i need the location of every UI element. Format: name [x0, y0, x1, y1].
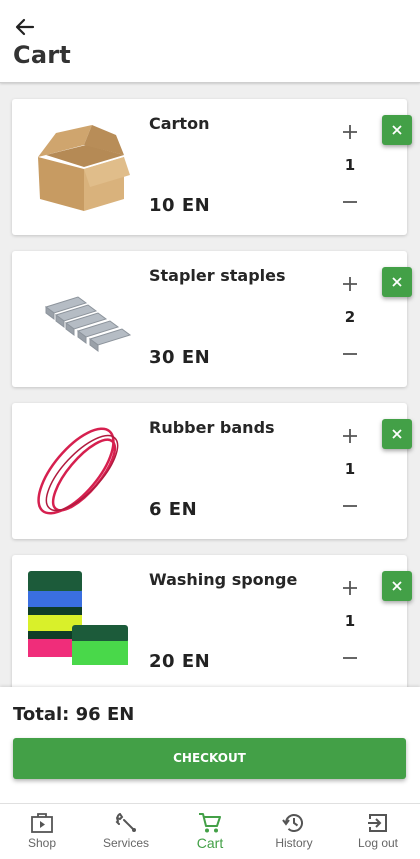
item-quantity: 1 [344, 156, 356, 174]
item-name: Rubber bands [149, 418, 275, 437]
nav-label: Services [102, 836, 149, 850]
nav-label: Log out [357, 836, 399, 850]
rubber-bands-image [37, 427, 119, 515]
nav-item-cart[interactable]: Cart [168, 804, 252, 859]
remove-item-button[interactable] [382, 571, 412, 601]
item-price: 6 EN [149, 499, 198, 520]
wrench-icon [115, 813, 136, 832]
increase-quantity-button[interactable] [340, 274, 360, 294]
nav-label: Cart [196, 835, 224, 851]
minus-icon [343, 657, 357, 659]
nav-label: Shop [27, 836, 57, 850]
shop-icon [31, 813, 53, 833]
increase-quantity-button[interactable] [340, 426, 360, 446]
item-name: Washing sponge [149, 570, 298, 589]
nav-item-history[interactable]: History [252, 804, 336, 859]
plus-icon [343, 429, 357, 443]
cart-item: Washing sponge 20 EN 1 [12, 555, 407, 687]
remove-item-button[interactable] [382, 267, 412, 297]
staples-image [44, 296, 132, 352]
close-icon [392, 125, 402, 135]
decrease-quantity-button[interactable] [340, 496, 360, 516]
cart-summary: Total: 96 EN CHECKOUT [0, 687, 420, 803]
cart-icon [199, 813, 221, 833]
item-price: 20 EN [149, 651, 211, 672]
close-icon [392, 429, 402, 439]
cart-item: Rubber bands 6 EN 1 [12, 403, 407, 539]
nav-label: History [275, 836, 313, 850]
plus-icon [343, 277, 357, 291]
remove-item-button[interactable] [382, 115, 412, 145]
increase-quantity-button[interactable] [340, 122, 360, 142]
item-name: Carton [149, 114, 210, 133]
decrease-quantity-button[interactable] [340, 192, 360, 212]
cart-item: Stapler staples 30 EN 2 [12, 251, 407, 387]
app-header: Cart [0, 0, 420, 83]
item-quantity: 2 [344, 308, 356, 326]
item-quantity: 1 [344, 612, 356, 630]
item-quantity: 1 [344, 460, 356, 478]
decrease-quantity-button[interactable] [340, 344, 360, 364]
item-price: 30 EN [149, 347, 211, 368]
cart-total: Total: 96 EN [13, 704, 135, 725]
back-button[interactable] [12, 14, 38, 40]
nav-item-logout[interactable]: Log out [336, 804, 420, 859]
decrease-quantity-button[interactable] [340, 648, 360, 668]
checkout-button[interactable]: CHECKOUT [13, 738, 406, 779]
plus-icon [343, 581, 357, 595]
item-name: Stapler staples [149, 266, 286, 285]
cart-list[interactable]: Carton 10 EN 1 Stapler staples 30 EN 2 R… [0, 83, 420, 687]
close-icon [392, 277, 402, 287]
arrow-left-icon [15, 18, 35, 36]
remove-item-button[interactable] [382, 419, 412, 449]
increase-quantity-button[interactable] [340, 578, 360, 598]
sponges-image [28, 571, 128, 665]
history-icon [282, 814, 303, 832]
minus-icon [343, 353, 357, 355]
page-title: Cart [13, 41, 71, 69]
minus-icon [343, 201, 357, 203]
nav-item-shop[interactable]: Shop [0, 804, 84, 859]
cart-item: Carton 10 EN 1 [12, 99, 407, 235]
minus-icon [343, 505, 357, 507]
nav-item-services[interactable]: Services [84, 804, 168, 859]
plus-icon [343, 125, 357, 139]
logout-icon [368, 814, 387, 832]
item-price: 10 EN [149, 195, 211, 216]
cardboard-box-image [38, 125, 130, 211]
close-icon [392, 581, 402, 591]
bottom-navigation: Shop Services Cart History Log out [0, 803, 420, 859]
